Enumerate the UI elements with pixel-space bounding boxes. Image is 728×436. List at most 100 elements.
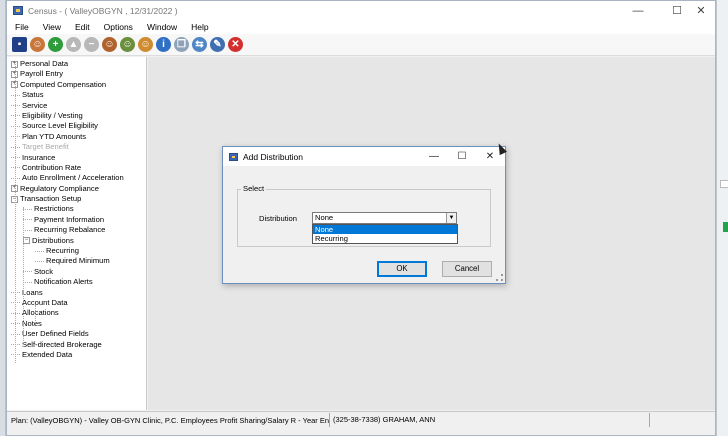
person-icon[interactable]: ☺ xyxy=(138,37,153,52)
tree-node-label: Auto Enrollment / Acceleration xyxy=(22,173,124,183)
dialog-app-icon xyxy=(229,152,238,161)
tree-node-label: Regulatory Compliance xyxy=(20,183,99,193)
transfer-icon[interactable]: ⇆ xyxy=(192,37,207,52)
menu-edit[interactable]: Edit xyxy=(75,22,90,32)
dialog-maximize-button[interactable]: ☐ xyxy=(449,147,475,166)
tree-node-label: Payroll Entry xyxy=(20,69,64,79)
up-icon[interactable]: ▲ xyxy=(66,37,81,52)
menu-file[interactable]: File xyxy=(15,22,29,32)
info-icon[interactable]: i xyxy=(156,37,171,52)
tree-node-label: Source Level Eligibility xyxy=(22,121,98,131)
tree-node-label: Target Benefit xyxy=(22,142,69,152)
background-window-right xyxy=(716,0,728,436)
tree-node-label: Insurance xyxy=(22,152,56,162)
tree-node[interactable]: Auto Enrollment / Acceleration xyxy=(7,173,146,183)
remove-icon[interactable]: − xyxy=(84,37,99,52)
cancel-button[interactable]: Cancel xyxy=(442,261,492,277)
status-cell xyxy=(649,413,709,427)
tree-node-label: Plan YTD Amounts xyxy=(22,131,87,141)
menu-options[interactable]: Options xyxy=(104,22,133,32)
tree-node[interactable]: Extended Data xyxy=(7,350,146,360)
distribution-label: Distribution xyxy=(259,214,297,223)
tree-node-label: Notes xyxy=(22,318,42,328)
status-employee: (325-38-7338) GRAHAM, ANN xyxy=(329,413,649,427)
edit-icon[interactable]: ✎ xyxy=(210,37,225,52)
menu-view[interactable]: View xyxy=(43,22,61,32)
toolbar: ▪ ☺ + ▲ − ☺ ☺ ☺ i ❐ ⇆ ✎ ✕ xyxy=(7,34,715,56)
tree-node[interactable]: Required Minimum xyxy=(7,256,146,266)
tree-node[interactable]: Service xyxy=(7,101,146,111)
tree-node-label: Service xyxy=(22,100,48,110)
dialog-title: Add Distribution xyxy=(243,151,304,162)
tree-node[interactable]: + Personal Data xyxy=(7,59,146,69)
tree-node-label: Account Data xyxy=(22,297,68,307)
tree-node-label: Recurring Rebalance xyxy=(34,225,106,235)
tree-node[interactable]: − Distributions xyxy=(7,236,146,246)
tree-node[interactable]: Source Level Eligibility xyxy=(7,121,146,131)
tree-node-label: User Defined Fields xyxy=(22,329,89,339)
tree-node[interactable]: Recurring Rebalance xyxy=(7,225,146,235)
tree-node-label: Loans xyxy=(22,287,43,297)
tree-node[interactable]: User Defined Fields xyxy=(7,329,146,339)
status-plan: Plan: (ValleyOBGYN) - Valley OB-GYN Clin… xyxy=(11,415,329,425)
tree-node-label: Notification Alerts xyxy=(34,277,93,287)
menu-help[interactable]: Help xyxy=(191,22,208,32)
tree-node[interactable]: − Transaction Setup xyxy=(7,194,146,204)
distribution-selected-value: None xyxy=(315,213,334,222)
tree-node[interactable]: Payment Information xyxy=(7,215,146,225)
navigation-tree: + Personal Data + Payroll Entry + Computed Co… xyxy=(7,57,147,410)
tree-node-label: Distributions xyxy=(32,235,74,245)
tree-node[interactable]: Status xyxy=(7,90,146,100)
tree-node-label: Transaction Setup xyxy=(20,194,82,204)
minimize-button[interactable]: — xyxy=(623,1,653,20)
tree-node-label: Restrictions xyxy=(34,204,74,214)
tree-node[interactable]: Eligibility / Vesting xyxy=(7,111,146,121)
tree-node-label: Personal Data xyxy=(20,59,69,68)
menu-window[interactable]: Window xyxy=(147,22,177,32)
tree-node[interactable]: Allocations xyxy=(7,308,146,318)
option-none[interactable]: None xyxy=(313,225,457,234)
find-user-icon[interactable]: ☺ xyxy=(120,37,135,52)
tree-node[interactable]: Notification Alerts xyxy=(7,277,146,287)
tree-node[interactable]: Target Benefit xyxy=(7,142,146,152)
tree-node-label: Contribution Rate xyxy=(22,162,82,172)
tree-node[interactable]: Account Data xyxy=(7,298,146,308)
tree-node[interactable]: Stock xyxy=(7,267,146,277)
tree-node[interactable]: Self-directed Brokerage xyxy=(7,340,146,350)
dialog-minimize-button[interactable]: — xyxy=(421,147,447,166)
users-icon[interactable]: ☺ xyxy=(102,37,117,52)
save-icon[interactable]: ▪ xyxy=(12,37,27,52)
tree-node[interactable]: + Regulatory Compliance xyxy=(7,184,146,194)
tree-node-label: Allocations xyxy=(22,308,59,318)
tree-node[interactable]: Insurance xyxy=(7,153,146,163)
status-bar: Plan: (ValleyOBGYN) - Valley OB-GYN Clin… xyxy=(7,411,715,428)
close-icon[interactable]: ✕ xyxy=(228,37,243,52)
tree-node[interactable]: Plan YTD Amounts xyxy=(7,132,146,142)
distribution-dropdown-list: None Recurring xyxy=(312,224,458,244)
menu-bar: File View Edit Options Window Help xyxy=(7,20,715,34)
ok-button[interactable]: OK xyxy=(377,261,427,277)
tree-node-label: Eligibility / Vesting xyxy=(22,110,83,120)
tree-node[interactable]: + Computed Compensation xyxy=(7,80,146,90)
add-icon[interactable]: + xyxy=(48,37,63,52)
chevron-down-icon[interactable]: ▼ xyxy=(446,213,456,223)
tree-node[interactable]: Recurring xyxy=(7,246,146,256)
add-distribution-dialog: Add Distribution — ☐ ✕ Select Distributi… xyxy=(222,146,506,284)
distribution-combobox[interactable]: None ▼ xyxy=(312,212,457,224)
tree-node-label: Payment Information xyxy=(34,214,105,224)
option-recurring[interactable]: Recurring xyxy=(313,234,457,243)
select-group-label: Select xyxy=(241,184,267,193)
tree-node-label: Required Minimum xyxy=(46,256,110,266)
tree-node[interactable]: Restrictions xyxy=(7,204,146,214)
tree-node[interactable]: + Payroll Entry xyxy=(7,69,146,79)
copy-icon[interactable]: ❐ xyxy=(174,37,189,52)
title-bar: Census - ( ValleyOBGYN , 12/31/2022 ) — … xyxy=(7,1,715,20)
tree-node[interactable]: Contribution Rate xyxy=(7,163,146,173)
close-window-button[interactable]: ✕ xyxy=(686,1,716,20)
resize-grip[interactable] xyxy=(496,274,503,281)
tree-node[interactable]: Notes xyxy=(7,319,146,329)
collapse-icon[interactable]: − xyxy=(23,237,30,245)
tree-node[interactable]: Loans xyxy=(7,288,146,298)
user-icon[interactable]: ☺ xyxy=(30,37,45,52)
app-icon xyxy=(13,6,23,15)
